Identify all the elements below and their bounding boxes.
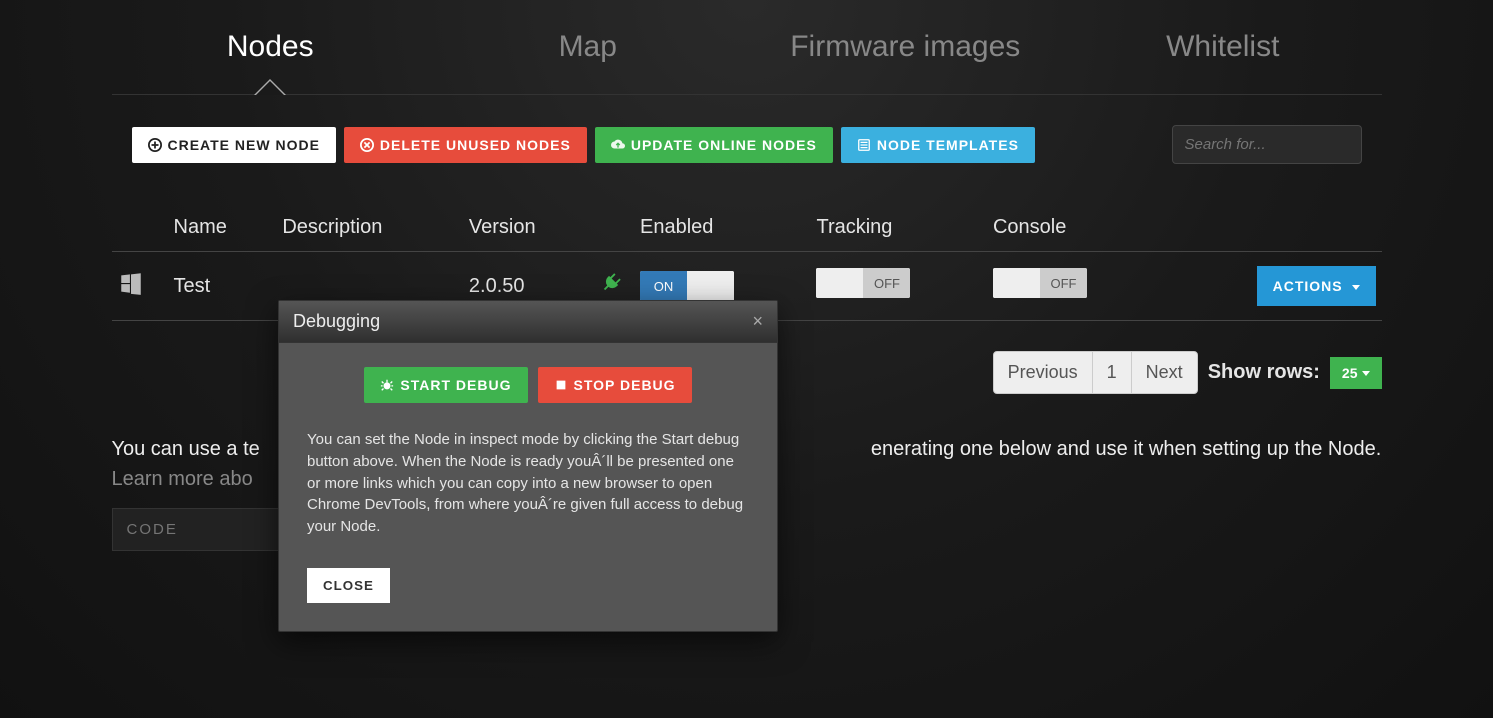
- console-toggle[interactable]: OFF: [993, 268, 1087, 298]
- cell-name: Test: [168, 252, 277, 321]
- col-console: Console: [987, 204, 1164, 252]
- list-icon: [857, 138, 871, 152]
- rows-dropdown-button[interactable]: 25: [1330, 357, 1382, 389]
- windows-icon: [118, 270, 144, 296]
- create-node-label: CREATE NEW NODE: [168, 137, 320, 153]
- times-circle-icon: [360, 138, 374, 152]
- col-enabled: Enabled: [634, 204, 811, 252]
- col-version: Version: [463, 204, 594, 252]
- update-online-label: UPDATE ONLINE NODES: [631, 137, 817, 153]
- tab-whitelist[interactable]: Whitelist: [1064, 10, 1382, 94]
- modal-body: START DEBUG STOP DEBUG You can set the N…: [279, 343, 777, 631]
- next-button[interactable]: Next: [1131, 351, 1198, 394]
- caret-down-icon: [1352, 285, 1360, 290]
- help-line1-pre: You can use a te: [112, 438, 260, 460]
- start-debug-button[interactable]: START DEBUG: [364, 367, 527, 403]
- stop-debug-label: STOP DEBUG: [574, 377, 676, 393]
- node-templates-button[interactable]: NODE TEMPLATES: [841, 127, 1035, 163]
- search-box: [1172, 125, 1362, 164]
- toggle-off-label: OFF: [863, 268, 910, 298]
- actions-dropdown-button[interactable]: ACTIONS: [1257, 266, 1376, 306]
- caret-down-icon: [1362, 371, 1370, 376]
- help-line2: Learn more abo: [112, 468, 253, 490]
- delete-unused-button[interactable]: DELETE UNUSED NODES: [344, 127, 587, 163]
- tab-map[interactable]: Map: [429, 10, 747, 94]
- main-tabs: Nodes Map Firmware images Whitelist: [112, 10, 1382, 95]
- toolbar: CREATE NEW NODE DELETE UNUSED NODES UPDA…: [112, 95, 1382, 184]
- stop-icon: [554, 378, 568, 392]
- toggle-off-label: OFF: [1040, 268, 1087, 298]
- update-online-button[interactable]: UPDATE ONLINE NODES: [595, 127, 833, 163]
- toggle-blank: [816, 268, 863, 298]
- plug-icon: [600, 272, 622, 294]
- bug-icon: [380, 378, 394, 392]
- modal-description: You can set the Node in inspect mode by …: [307, 429, 749, 538]
- modal-title: Debugging: [293, 311, 380, 332]
- help-line1-post: enerating one below and use it when sett…: [871, 438, 1381, 460]
- tab-nodes[interactable]: Nodes: [112, 10, 430, 94]
- toggle-on-label: ON: [640, 271, 687, 301]
- delete-unused-label: DELETE UNUSED NODES: [380, 137, 571, 153]
- page-1-button[interactable]: 1: [1093, 351, 1131, 394]
- tab-firmware[interactable]: Firmware images: [747, 10, 1065, 94]
- previous-button[interactable]: Previous: [993, 351, 1093, 394]
- code-input[interactable]: [112, 508, 292, 551]
- debugging-modal: Debugging × START DEBUG STOP DEBUG You c…: [278, 300, 778, 632]
- col-description: Description: [276, 204, 463, 252]
- start-debug-label: START DEBUG: [400, 377, 511, 393]
- create-node-button[interactable]: CREATE NEW NODE: [132, 127, 336, 163]
- col-tracking: Tracking: [810, 204, 987, 252]
- stop-debug-button[interactable]: STOP DEBUG: [538, 367, 692, 403]
- modal-close-button[interactable]: CLOSE: [307, 568, 390, 603]
- modal-close-x-button[interactable]: ×: [752, 311, 763, 332]
- actions-label: ACTIONS: [1273, 278, 1343, 294]
- toggle-blank: [687, 271, 734, 301]
- plus-circle-icon: [148, 138, 162, 152]
- show-rows-label: Show rows:: [1208, 361, 1320, 384]
- search-input[interactable]: [1172, 125, 1362, 164]
- col-name: Name: [168, 204, 277, 252]
- enabled-toggle[interactable]: ON: [640, 271, 734, 301]
- tracking-toggle[interactable]: OFF: [816, 268, 910, 298]
- node-templates-label: NODE TEMPLATES: [877, 137, 1019, 153]
- toggle-blank: [993, 268, 1040, 298]
- cloud-upload-icon: [611, 138, 625, 152]
- rows-value: 25: [1342, 365, 1358, 381]
- modal-header: Debugging ×: [279, 301, 777, 343]
- close-icon: ×: [752, 311, 763, 331]
